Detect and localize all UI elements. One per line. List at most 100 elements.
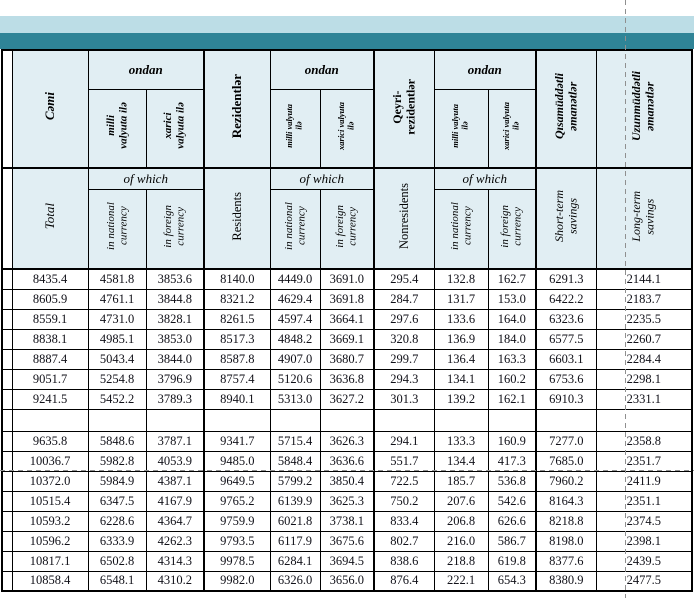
data-cell: 8198.0 (536, 531, 596, 551)
table-row: 9635.85848.63787.19341.75715.43626.3294.… (2, 431, 692, 451)
data-cell: 4314.3 (146, 551, 204, 571)
table-row: 10036.75982.84053.99485.05848.43636.6551… (2, 451, 692, 471)
data-cell: 8940.1 (204, 389, 270, 409)
data-cell: 3691.8 (320, 289, 374, 309)
header-residents-az-label: Rezidentlər (230, 74, 245, 138)
data-cell: 4731.0 (88, 309, 146, 329)
header-foreign-en-1: in foreign currency (146, 189, 204, 269)
data-cell: 294.3 (374, 369, 434, 389)
header-national-az-1-label: milli valyuta ilə (105, 102, 130, 149)
data-cell: 6333.9 (88, 531, 146, 551)
data-cell: 5313.0 (270, 389, 320, 409)
spacer-row (2, 409, 692, 431)
data-cell: 207.6 (434, 491, 488, 511)
header-foreign-az-1-label: xarici valyuta ilə (162, 102, 187, 149)
data-cell: 164.0 (488, 309, 536, 329)
data-cell: 8164.3 (536, 491, 596, 511)
header-total-en-label: Total (43, 203, 58, 229)
header-national-en-3-label: in national currency (449, 202, 474, 250)
row-margin-cell (2, 471, 12, 491)
table-header: Cəmi ondan Rezidentlər ondan Qeyri- rezi… (2, 50, 692, 269)
header-national-az-3-label: milli valyuta ilə (451, 104, 470, 148)
data-cell: 7960.2 (536, 471, 596, 491)
header-foreign-en-1-label: in foreign currency (162, 205, 187, 248)
data-cell: 3625.3 (320, 491, 374, 511)
data-cell: 5254.8 (88, 369, 146, 389)
data-cell: 8380.9 (536, 571, 596, 591)
data-cell: 10858.4 (12, 571, 88, 591)
data-cell: 8140.0 (204, 269, 270, 289)
data-cell: 4907.0 (270, 349, 320, 369)
data-cell: 6347.5 (88, 491, 146, 511)
data-cell: 6228.6 (88, 511, 146, 531)
data-cell: 284.7 (374, 289, 434, 309)
data-cell: 2351.1 (596, 491, 692, 511)
data-cell: 9635.8 (12, 431, 88, 451)
data-cell: 2351.7 (596, 451, 692, 471)
data-cell: 8887.4 (12, 349, 88, 369)
data-cell: 3656.0 (320, 571, 374, 591)
header-foreign-az-2: xarici valyuta ilə (320, 89, 374, 168)
data-cell: 3789.3 (146, 389, 204, 409)
empty-cell (536, 409, 596, 431)
empty-cell (204, 409, 270, 431)
empty-cell (88, 409, 146, 431)
header-foreign-en-3: in foreign currency (488, 189, 536, 269)
data-cell: 5848.6 (88, 431, 146, 451)
data-cell: 5799.2 (270, 471, 320, 491)
data-cell: 4364.7 (146, 511, 204, 531)
data-cell: 6548.1 (88, 571, 146, 591)
data-cell: 218.8 (434, 551, 488, 571)
header-nonresidents-az: Qeyri- rezidentlər (374, 50, 434, 168)
data-cell: 10372.0 (12, 471, 88, 491)
data-cell: 10596.2 (12, 531, 88, 551)
data-cell: 4848.2 (270, 329, 320, 349)
row-margin-cell (2, 491, 12, 511)
data-cell: 3853.0 (146, 329, 204, 349)
data-cell: 9978.5 (204, 551, 270, 571)
table-row: 10515.46347.54167.99765.26139.93625.3750… (2, 491, 692, 511)
empty-cell (488, 409, 536, 431)
data-cell: 3787.1 (146, 431, 204, 451)
margin-cell (2, 168, 12, 269)
data-cell: 9341.7 (204, 431, 270, 451)
data-cell: 750.2 (374, 491, 434, 511)
table-row: 8838.14985.13853.08517.34848.23669.1320.… (2, 329, 692, 349)
header-total-en: Total (12, 168, 88, 269)
data-cell: 132.8 (434, 269, 488, 289)
header-ofwhich-az-3: ondan (434, 50, 536, 89)
empty-cell (374, 409, 434, 431)
margin-cell (2, 50, 12, 168)
table-body: 8435.44581.83853.68140.04449.03691.0295.… (2, 269, 692, 591)
header-row-en-top: Total of which Residents of which Nonres… (2, 168, 692, 189)
header-nonresidents-en: Nonresidents (374, 168, 434, 269)
data-cell: 222.1 (434, 571, 488, 591)
header-total-az: Cəmi (12, 50, 88, 168)
data-cell: 417.3 (488, 451, 536, 471)
header-residents-az: Rezidentlər (204, 50, 270, 168)
data-cell: 3738.1 (320, 511, 374, 531)
data-cell: 3796.9 (146, 369, 204, 389)
data-cell: 4167.9 (146, 491, 204, 511)
data-cell: 3626.3 (320, 431, 374, 451)
data-cell: 536.8 (488, 471, 536, 491)
data-cell: 4310.2 (146, 571, 204, 591)
row-margin-cell (2, 409, 12, 431)
data-cell: 9051.7 (12, 369, 88, 389)
data-cell: 10515.4 (12, 491, 88, 511)
data-cell: 2183.7 (596, 289, 692, 309)
data-cell: 2374.5 (596, 511, 692, 531)
data-cell: 3850.4 (320, 471, 374, 491)
row-margin-cell (2, 289, 12, 309)
header-shortterm-en: Short-term savings (536, 168, 596, 269)
data-cell: 5982.8 (88, 451, 146, 471)
data-cell: 301.3 (374, 389, 434, 409)
data-cell: 9982.0 (204, 571, 270, 591)
data-cell: 295.4 (374, 269, 434, 289)
data-cell: 2284.4 (596, 349, 692, 369)
header-nonresidents-az-label: Qeyri- rezidentlər (391, 79, 418, 135)
data-cell: 162.7 (488, 269, 536, 289)
header-national-en-2-label: in national currency (283, 202, 308, 250)
header-national-en-1-label: in national currency (105, 202, 130, 250)
data-cell: 162.1 (488, 389, 536, 409)
